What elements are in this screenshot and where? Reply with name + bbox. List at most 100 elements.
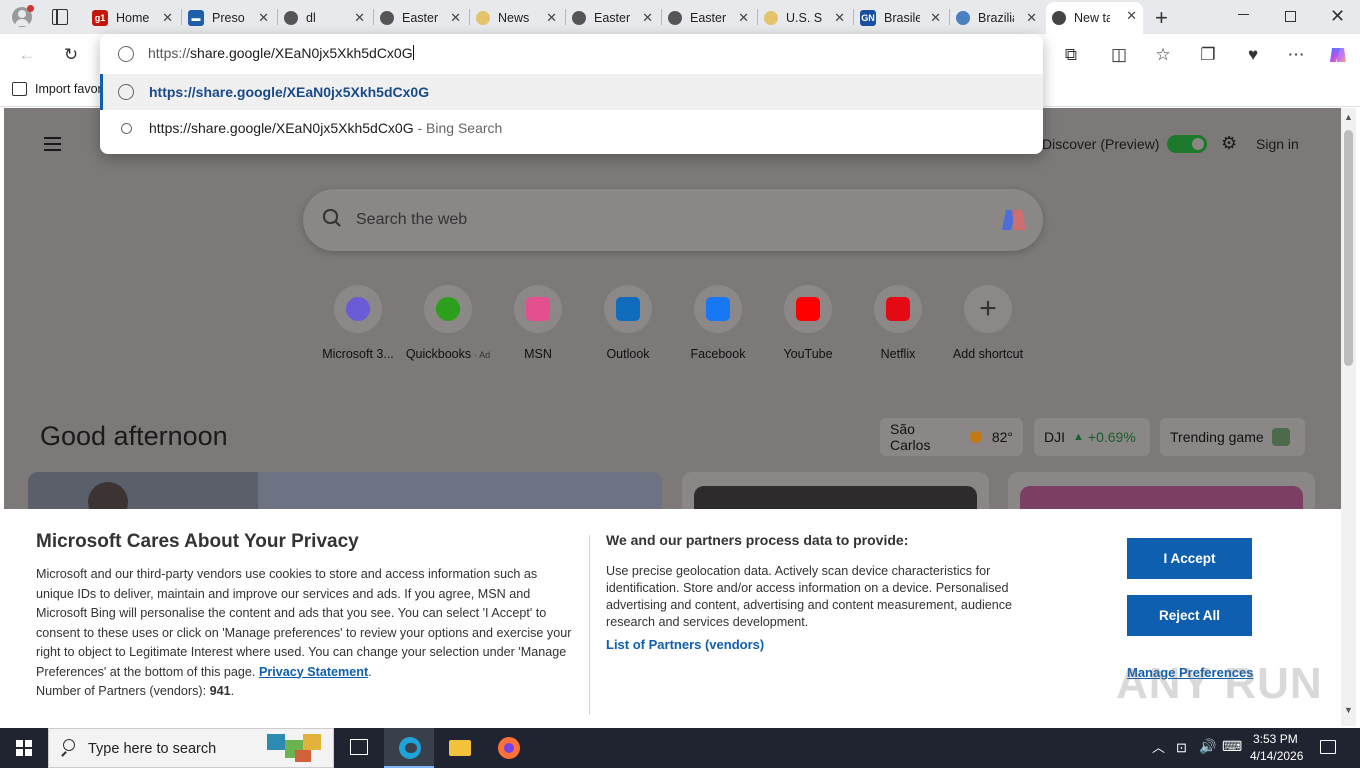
- tab-close-icon[interactable]: ✕: [354, 10, 365, 26]
- tab-0[interactable]: g1 Home ✕: [86, 4, 179, 31]
- shortcut-netflix[interactable]: Netflix: [853, 285, 943, 361]
- tab-favicon-icon: GN: [860, 9, 876, 26]
- privacy-banner: Microsoft Cares About Your Privacy Micro…: [4, 509, 1341, 726]
- scroll-down-arrow[interactable]: ▼: [1344, 705, 1353, 715]
- trending-widget[interactable]: Trending game: [1160, 418, 1305, 456]
- copilot-icon[interactable]: [1325, 42, 1351, 68]
- tab-close-icon[interactable]: ✕: [162, 10, 173, 26]
- tab-favicon-icon: [956, 10, 970, 25]
- shortcut-quickbooks[interactable]: Quickbooks · Ad: [403, 285, 493, 361]
- weather-widget[interactable]: São Carlos 82°: [880, 418, 1023, 456]
- tab-2[interactable]: dl ✕: [278, 4, 371, 31]
- sign-in-link[interactable]: Sign in: [1256, 136, 1299, 152]
- suggestion-bing-search[interactable]: https://share.google/XEaN0jx5Xkh5dCx0G -…: [100, 110, 1043, 146]
- copilot-search-icon[interactable]: [1000, 207, 1028, 236]
- shortcut-facebook[interactable]: Facebook: [673, 285, 763, 361]
- edge-taskbar-icon[interactable]: [384, 728, 434, 768]
- process-body: Use precise geolocation data. Actively s…: [606, 564, 1013, 629]
- address-input[interactable]: https://share.google/XEaN0jx5Xkh5dCx0G: [148, 45, 414, 61]
- task-view-icon[interactable]: [350, 739, 368, 755]
- trending-label: Trending game: [1170, 429, 1264, 445]
- suggestion-search-query: https://share.google/XEaN0jx5Xkh5dCx0G: [149, 120, 414, 136]
- tab-close-icon[interactable]: ✕: [930, 10, 941, 26]
- tab-5[interactable]: Eastern ✕: [566, 4, 659, 31]
- tab-1[interactable]: ▬ Preso ✕: [182, 4, 275, 31]
- list-of-partners-link[interactable]: List of Partners (vendors): [606, 637, 764, 652]
- tab-8[interactable]: GN Brasile ✕: [854, 4, 947, 31]
- shortcut-outlook[interactable]: Outlook: [583, 285, 673, 361]
- stock-widget[interactable]: DJI ▲ +0.69%: [1034, 418, 1150, 456]
- privacy-statement-link[interactable]: Privacy Statement: [259, 665, 368, 679]
- tab-title: Eastern: [690, 10, 726, 25]
- tab-6[interactable]: Eastern ✕: [662, 4, 755, 31]
- extensions-icon[interactable]: ⧉: [1058, 42, 1084, 68]
- tab-close-icon[interactable]: ✕: [642, 10, 653, 26]
- show-hidden-icons[interactable]: ︿: [1152, 737, 1165, 756]
- tab-9[interactable]: Brazilia ✕: [950, 4, 1043, 31]
- tab-strip: g1Home✕▬Preso✕dl✕Eastern✕News✕Eastern✕Ea…: [0, 0, 1360, 34]
- tab-title: U.S. Se: [786, 10, 822, 25]
- file-explorer-icon[interactable]: [449, 740, 471, 756]
- tab-close-icon[interactable]: ✕: [1126, 8, 1137, 24]
- tab-close-icon[interactable]: ✕: [450, 10, 461, 26]
- tab-close-icon[interactable]: ✕: [258, 10, 269, 26]
- restore-button[interactable]: [1285, 11, 1296, 22]
- collections-icon[interactable]: ❐: [1195, 42, 1221, 68]
- taskbar-search-box[interactable]: Type here to search: [48, 728, 334, 768]
- tab-10[interactable]: New ta ✕: [1046, 2, 1143, 34]
- split-screen-icon[interactable]: ◫: [1106, 42, 1132, 68]
- back-button[interactable]: ←: [14, 42, 40, 68]
- close-window-button[interactable]: ✕: [1330, 6, 1345, 27]
- suggestion-search-suffix: - Bing Search: [413, 120, 503, 136]
- windows-start-icon[interactable]: [16, 740, 32, 756]
- shortcut-m365[interactable]: Microsoft 3...: [313, 285, 403, 361]
- performance-icon[interactable]: ♥: [1240, 42, 1266, 68]
- game-icon: [1271, 428, 1290, 446]
- scrollbar-thumb[interactable]: [1344, 130, 1353, 366]
- tab-7[interactable]: U.S. Se ✕: [758, 4, 851, 31]
- tab-favicon-icon: [1052, 11, 1066, 25]
- minimize-button[interactable]: [1238, 14, 1249, 15]
- accept-button[interactable]: I Accept: [1127, 538, 1252, 579]
- shortcut-youtube[interactable]: YouTube: [763, 285, 853, 361]
- hamburger-menu-icon[interactable]: [44, 137, 61, 151]
- import-icon: [12, 82, 27, 96]
- scroll-up-arrow[interactable]: ▲: [1344, 112, 1353, 122]
- up-arrow-icon: ▲: [1073, 431, 1084, 443]
- web-search-box[interactable]: Search the web: [303, 189, 1043, 251]
- more-menu-icon[interactable]: ⋯: [1283, 42, 1309, 68]
- tab-favicon-icon: [572, 10, 586, 25]
- tab-close-icon[interactable]: ✕: [1026, 10, 1037, 26]
- suggestion-url[interactable]: https://share.google/XEaN0jx5Xkh5dCx0G: [100, 74, 1043, 110]
- new-tab-button[interactable]: +: [1155, 5, 1168, 31]
- reject-all-button[interactable]: Reject All: [1127, 595, 1252, 636]
- tab-actions-icon[interactable]: [52, 9, 68, 25]
- tab-3[interactable]: Eastern ✕: [374, 4, 467, 31]
- tab-close-icon[interactable]: ✕: [546, 10, 557, 26]
- plus-icon: +: [964, 285, 1012, 333]
- firefox-icon[interactable]: [498, 737, 520, 759]
- favorites-icon[interactable]: ☆: [1150, 42, 1176, 68]
- tab-close-icon[interactable]: ✕: [738, 10, 749, 26]
- discover-toggle[interactable]: [1167, 135, 1207, 153]
- clock-date[interactable]: 4/14/2026: [1250, 749, 1303, 763]
- notification-icon[interactable]: [1320, 740, 1336, 754]
- search-icon: [117, 119, 135, 137]
- shortcut-plus[interactable]: + Add shortcut: [943, 285, 1033, 361]
- shortcut-label: Add shortcut: [952, 347, 1024, 361]
- profile-icon[interactable]: [12, 5, 34, 27]
- clock-time[interactable]: 3:53 PM: [1253, 732, 1298, 746]
- tab-4[interactable]: News ✕: [470, 4, 563, 31]
- tab-close-icon[interactable]: ✕: [834, 10, 845, 26]
- language-icon[interactable]: ⌨: [1222, 738, 1242, 755]
- settings-gear-icon[interactable]: ⚙: [1221, 133, 1237, 154]
- facebook-icon: [694, 285, 742, 333]
- shortcut-label: MSN: [524, 347, 552, 361]
- network-icon[interactable]: ⊡: [1176, 740, 1187, 756]
- site-globe-icon: [118, 46, 134, 62]
- shortcut-msn[interactable]: MSN: [493, 285, 583, 361]
- import-favorites-button[interactable]: Import favor: [12, 82, 102, 96]
- refresh-button[interactable]: ↻: [58, 42, 84, 68]
- process-title: We and our partners process data to prov…: [606, 532, 909, 548]
- volume-icon[interactable]: 🔊: [1199, 738, 1216, 755]
